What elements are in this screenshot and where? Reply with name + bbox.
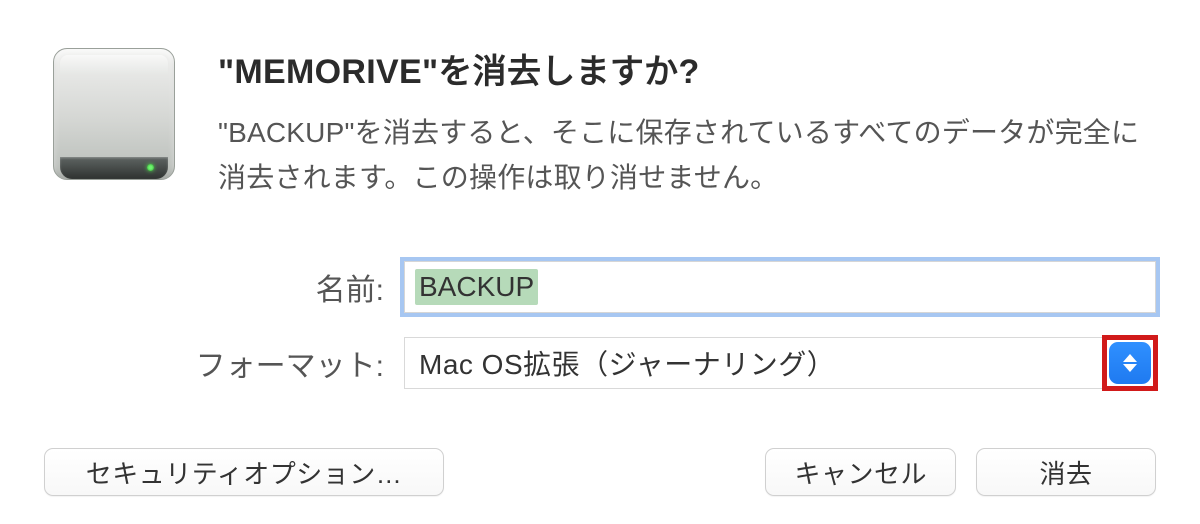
- select-stepper-icon[interactable]: [1109, 342, 1151, 384]
- cancel-button[interactable]: キャンセル: [765, 448, 956, 496]
- name-input-value: BACKUP: [415, 269, 538, 305]
- erase-button[interactable]: 消去: [976, 448, 1156, 496]
- format-label: フォーマット:: [154, 341, 384, 385]
- format-select[interactable]: Mac OS拡張（ジャーナリング）: [404, 337, 1156, 389]
- dialog-header: "MEMORIVE"を消去しますか? "BACKUP"を消去すると、そこに保存さ…: [44, 44, 1156, 201]
- name-label: 名前:: [154, 265, 384, 309]
- name-row: 名前: BACKUP: [154, 261, 1156, 313]
- dialog-text: "MEMORIVE"を消去しますか? "BACKUP"を消去すると、そこに保存さ…: [218, 44, 1156, 201]
- security-options-button[interactable]: セキュリティオプション…: [44, 448, 444, 496]
- dialog-description: "BACKUP"を消去すると、そこに保存されているすべてのデータが完全に消去され…: [218, 111, 1156, 201]
- button-row: セキュリティオプション… キャンセル 消去: [44, 448, 1156, 496]
- erase-disk-dialog: "MEMORIVE"を消去しますか? "BACKUP"を消去すると、そこに保存さ…: [0, 0, 1200, 524]
- format-row: フォーマット: Mac OS拡張（ジャーナリング）: [154, 337, 1156, 389]
- form-area: 名前: BACKUP フォーマット: Mac OS拡張（ジャーナリング）: [44, 261, 1156, 389]
- name-input[interactable]: BACKUP: [404, 261, 1156, 313]
- dialog-title: "MEMORIVE"を消去しますか?: [218, 44, 1156, 93]
- format-select-value: Mac OS拡張（ジャーナリング）: [419, 343, 835, 383]
- annotation-highlight: [1102, 335, 1158, 391]
- external-drive-icon: [44, 44, 184, 184]
